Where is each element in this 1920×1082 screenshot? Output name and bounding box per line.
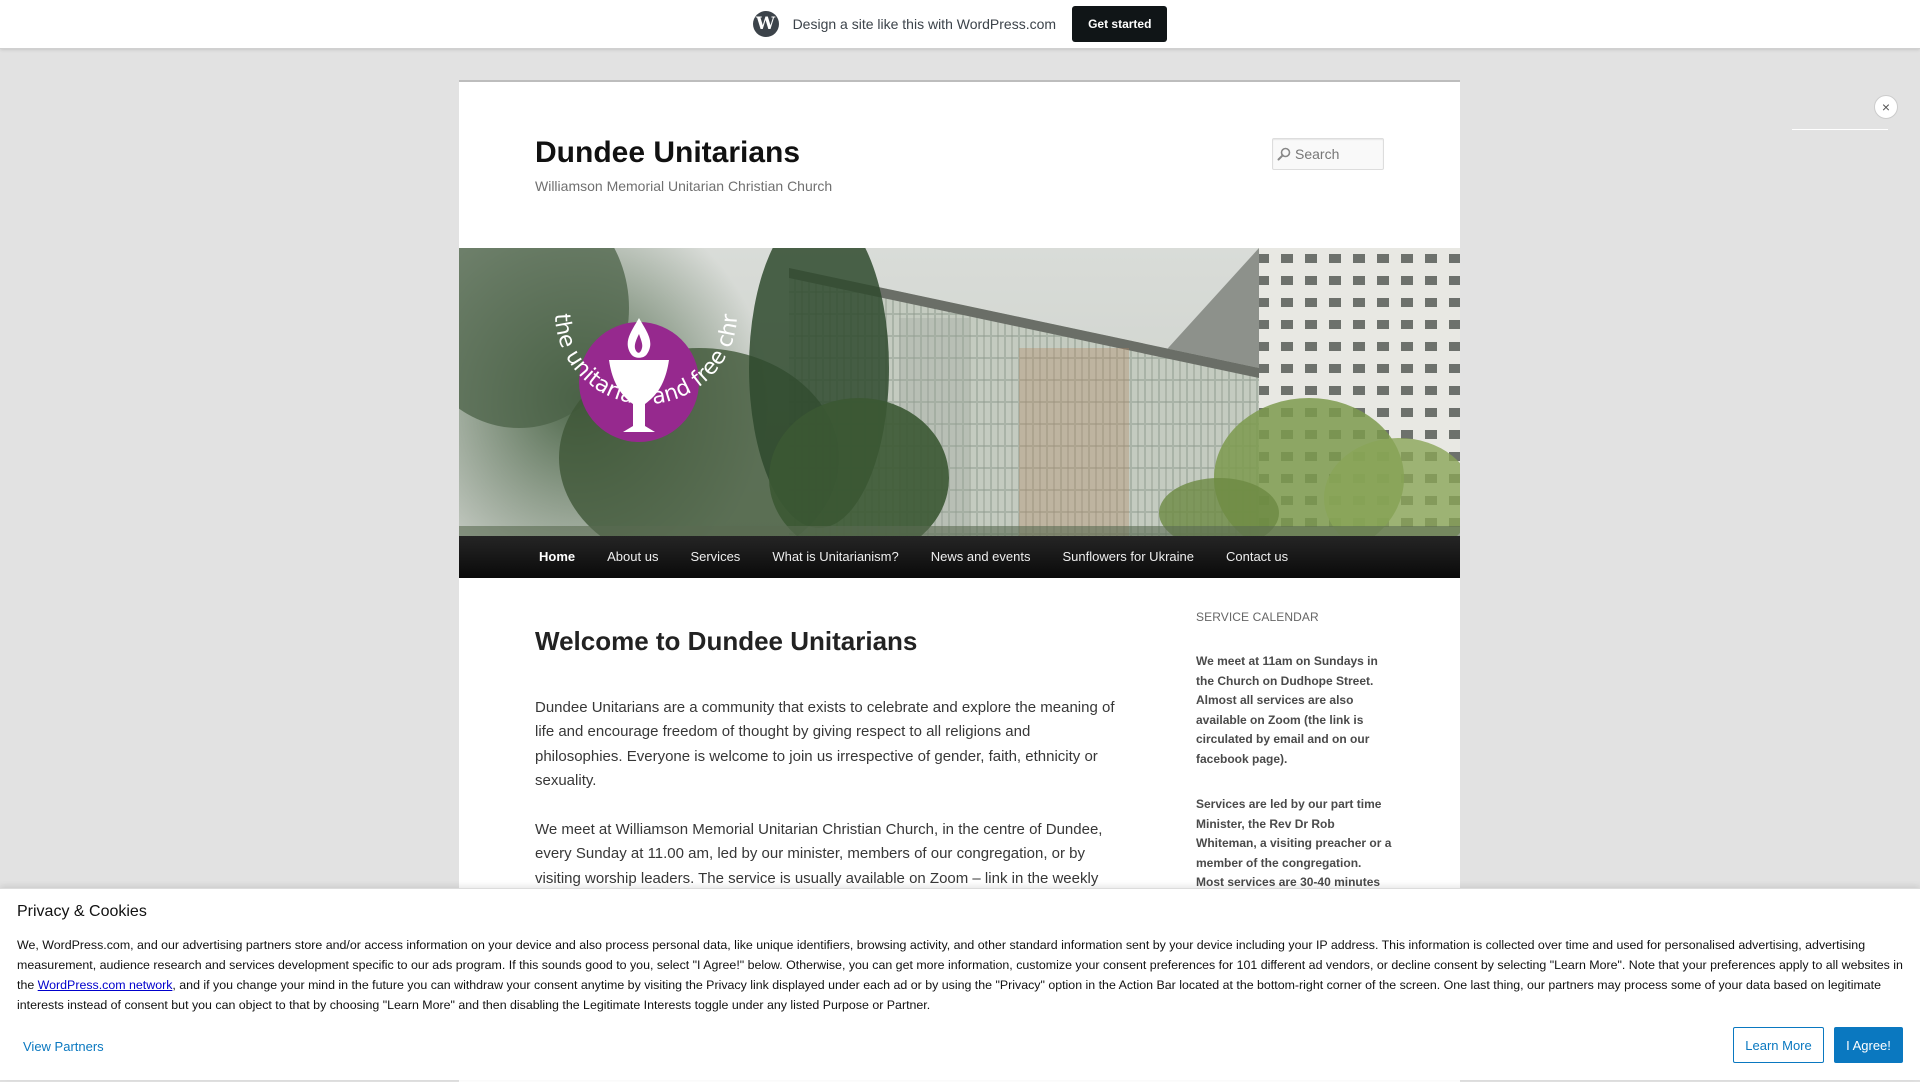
cookie-body-text: We, WordPress.com, and our advertising p… [17, 935, 1903, 1015]
nav-item-sunflowers-for-ukraine[interactable]: Sunflowers for Ukraine [1046, 536, 1210, 578]
cookie-consent-banner: Privacy & Cookies We, WordPress.com, and… [0, 888, 1920, 1080]
wordpress-promo-text: Design a site like this with WordPress.c… [792, 16, 1057, 32]
wordpress-promo-bar: W Design a site like this with WordPress… [0, 0, 1920, 49]
widget-title: SERVICE CALENDAR [1196, 610, 1319, 624]
sidebar: SERVICE CALENDAR We meet at 11am on Sund… [1196, 610, 1392, 919]
wordpress-logo-icon: W [752, 11, 779, 37]
cookie-title: Privacy & Cookies [17, 903, 147, 920]
header-image[interactable]: the unitarian and free christian churche… [459, 248, 1460, 536]
close-icon[interactable]: × [1874, 95, 1898, 119]
search-box[interactable] [1272, 138, 1384, 170]
nav-item-what-is-unitarianism[interactable]: What is Unitarianism? [756, 536, 914, 578]
get-started-button[interactable]: Get started [1072, 6, 1168, 42]
wordpress-network-link[interactable]: WordPress.com network [38, 978, 173, 992]
learn-more-button[interactable]: Learn More [1733, 1027, 1824, 1063]
site-description: Williamson Memorial Unitarian Christian … [535, 178, 833, 194]
search-icon [1273, 147, 1295, 161]
sidebar-paragraph: We meet at 11am on Sundays in the Church… [1196, 654, 1378, 766]
page-title: Welcome to Dundee Unitarians [535, 626, 918, 656]
site-title[interactable]: Dundee Unitarians [535, 136, 800, 170]
nav-item-home[interactable]: Home [523, 536, 591, 578]
entry-content: Dundee Unitarians are a community that e… [535, 696, 1120, 916]
view-partners-link[interactable]: View Partners [23, 1039, 104, 1054]
search-input[interactable] [1295, 146, 1379, 162]
nav-item-contact-us[interactable]: Contact us [1210, 536, 1304, 578]
cookie-body-end: , and if you change your mind in the fut… [17, 978, 1882, 1012]
nav-item-services[interactable]: Services [674, 536, 756, 578]
nav-item-about-us[interactable]: About us [591, 536, 674, 578]
main-navigation: Home About us Services What is Unitarian… [459, 536, 1460, 578]
entry-paragraph: We meet at Williamson Memorial Unitarian… [535, 821, 1103, 887]
sidebar-paragraph: Services are led by our part time Minist… [1196, 797, 1392, 889]
i-agree-button[interactable]: I Agree! [1834, 1027, 1903, 1063]
overlay-divider [1792, 129, 1888, 130]
nav-item-news-and-events[interactable]: News and events [915, 536, 1047, 578]
entry-paragraph: Dundee Unitarians are a community that e… [535, 699, 1115, 790]
